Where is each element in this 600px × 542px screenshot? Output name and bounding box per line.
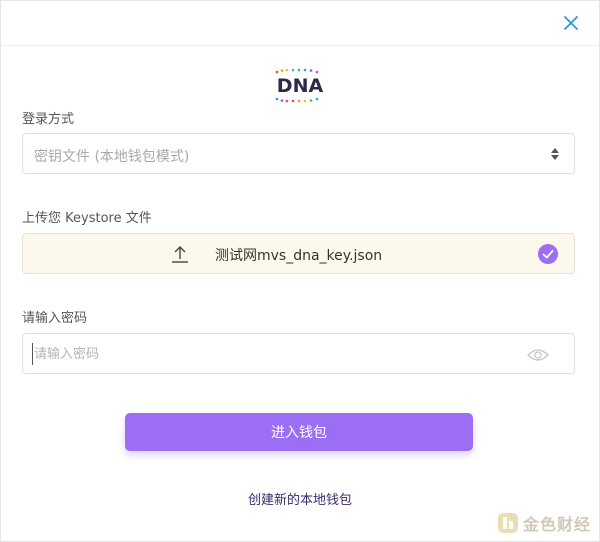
watermark-logo-icon (497, 512, 519, 534)
logo-text: DNA (277, 75, 324, 97)
dna-logo: DNA (267, 67, 333, 105)
password-input[interactable] (32, 343, 514, 365)
watermark: 金色财经 (497, 511, 591, 535)
password-field (22, 333, 575, 374)
login-method-value: 密钥文件 (本地钱包模式) (34, 149, 190, 165)
upload-arrow-icon (171, 244, 189, 264)
keystore-upload-dropzone[interactable]: 测试网mvs_dna_key.json (22, 233, 575, 274)
keystore-filename: 测试网mvs_dna_key.json (215, 248, 383, 264)
close-icon[interactable] (561, 13, 581, 33)
enter-wallet-button[interactable]: 进入钱包 (125, 413, 473, 451)
keystore-upload-label: 上传您 Keystore 文件 (22, 211, 152, 226)
sort-updown-icon (549, 146, 561, 162)
login-method-label: 登录方式 (22, 112, 75, 127)
create-wallet-link[interactable]: 创建新的本地钱包 (1, 489, 599, 508)
login-method-select[interactable]: 密钥文件 (本地钱包模式) (22, 133, 575, 174)
check-circle-icon (538, 244, 558, 264)
watermark-text: 金色财经 (522, 515, 591, 534)
eye-icon[interactable] (527, 347, 549, 361)
password-label: 请输入密码 (22, 311, 88, 326)
login-dialog: DNA 登录方式 密钥文件 (本地钱包模式) 上传您 Keystore 文件 测… (0, 0, 600, 542)
dialog-header (1, 1, 599, 46)
